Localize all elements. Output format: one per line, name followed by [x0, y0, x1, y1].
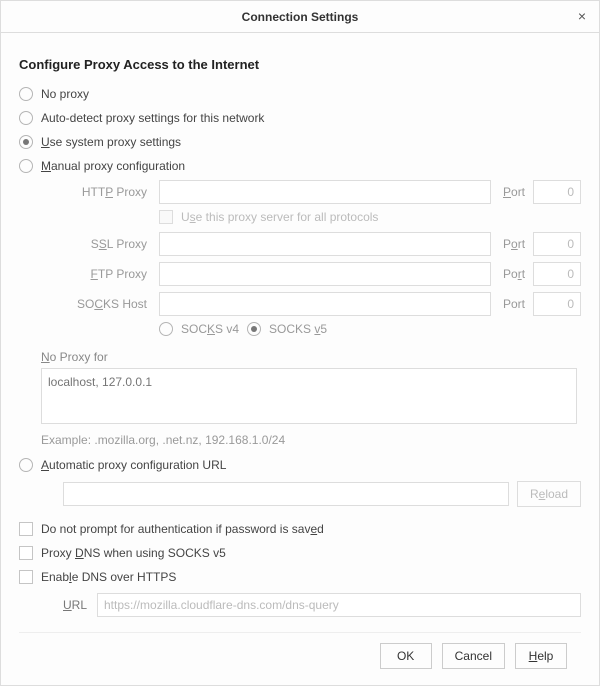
checkbox-icon: [19, 546, 33, 560]
radio-icon: [19, 135, 33, 149]
ok-button[interactable]: OK: [380, 643, 432, 669]
reload-button[interactable]: Reload: [517, 481, 581, 507]
manual-proxy-fields-rest: SSL Proxy Port FTP Proxy Port SOCKS Host…: [63, 232, 581, 316]
manual-proxy-fields: HTTP Proxy Port: [63, 180, 581, 204]
radio-icon: [19, 458, 33, 472]
radio-label: Manual proxy configuration: [41, 159, 185, 173]
radio-manual-proxy[interactable]: Manual proxy configuration: [19, 154, 581, 178]
socks-port-input[interactable]: [533, 292, 581, 316]
radio-label: Auto-detect proxy settings for this netw…: [41, 111, 264, 125]
radio-icon: [19, 87, 33, 101]
doh-url-row: URL: [63, 593, 581, 617]
dialog-footer: OK Cancel Help: [19, 632, 581, 679]
ftp-proxy-label: FTP Proxy: [63, 267, 153, 281]
ssl-proxy-label: SSL Proxy: [63, 237, 153, 251]
checkbox-icon: [159, 210, 173, 224]
content-area: Configure Proxy Access to the Internet N…: [1, 33, 599, 685]
connection-settings-dialog: Connection Settings × Configure Proxy Ac…: [0, 0, 600, 686]
http-proxy-input[interactable]: [159, 180, 491, 204]
help-button[interactable]: Help: [515, 643, 567, 669]
checkbox-label: Enable DNS over HTTPS: [41, 570, 176, 584]
socks-port-label: Port: [497, 297, 527, 311]
ftp-port-input[interactable]: [533, 262, 581, 286]
http-port-label: Port: [497, 185, 527, 199]
close-icon[interactable]: ×: [573, 7, 591, 25]
checkbox-icon: [19, 570, 33, 584]
no-proxy-for-input[interactable]: [41, 368, 577, 424]
radio-icon: [19, 159, 33, 173]
auto-config-url-row: Reload: [63, 481, 581, 507]
check-proxy-dns-socks5[interactable]: Proxy DNS when using SOCKS v5: [19, 541, 581, 565]
socks-v5-label: SOCKS v5: [269, 322, 327, 336]
radio-auto-detect[interactable]: Auto-detect proxy settings for this netw…: [19, 106, 581, 130]
socks-host-input[interactable]: [159, 292, 491, 316]
auto-config-url-input[interactable]: [63, 482, 509, 506]
no-proxy-example: Example: .mozilla.org, .net.nz, 192.168.…: [41, 433, 581, 447]
ssl-proxy-input[interactable]: [159, 232, 491, 256]
radio-label: Use system proxy settings: [41, 135, 181, 149]
doh-url-label: URL: [63, 598, 89, 612]
socks-v4-label: SOCKS v4: [181, 322, 239, 336]
radio-use-system-proxy[interactable]: Use system proxy settings: [19, 130, 581, 154]
check-enable-doh[interactable]: Enable DNS over HTTPS: [19, 565, 581, 589]
checkbox-icon: [19, 522, 33, 536]
checkbox-label: Do not prompt for authentication if pass…: [41, 522, 324, 536]
ssl-port-label: Port: [497, 237, 527, 251]
http-port-input[interactable]: [533, 180, 581, 204]
no-proxy-for-label: No Proxy for: [41, 350, 581, 364]
radio-socks-v5[interactable]: [247, 322, 261, 336]
radio-auto-config-url[interactable]: Automatic proxy configuration URL: [19, 453, 581, 477]
ftp-proxy-input[interactable]: [159, 262, 491, 286]
ssl-port-input[interactable]: [533, 232, 581, 256]
check-no-auth-prompt[interactable]: Do not prompt for authentication if pass…: [19, 517, 581, 541]
radio-icon: [19, 111, 33, 125]
radio-socks-v4[interactable]: [159, 322, 173, 336]
checkbox-label: Proxy DNS when using SOCKS v5: [41, 546, 226, 560]
ftp-port-label: Port: [497, 267, 527, 281]
titlebar: Connection Settings ×: [1, 1, 599, 33]
checkbox-label: Use this proxy server for all protocols: [181, 210, 378, 224]
no-proxy-for-wrap: [41, 368, 577, 427]
socks-host-label: SOCKS Host: [63, 297, 153, 311]
use-for-all-protocols[interactable]: Use this proxy server for all protocols: [159, 210, 581, 224]
doh-url-input[interactable]: [97, 593, 581, 617]
cancel-button[interactable]: Cancel: [442, 643, 505, 669]
http-proxy-label: HTTP Proxy: [63, 185, 153, 199]
radio-no-proxy[interactable]: No proxy: [19, 82, 581, 106]
dialog-title: Connection Settings: [242, 10, 359, 24]
socks-version-radios: SOCKS v4 SOCKS v5: [159, 322, 581, 336]
radio-label: Automatic proxy configuration URL: [41, 458, 226, 472]
section-title: Configure Proxy Access to the Internet: [19, 57, 581, 72]
radio-label: No proxy: [41, 87, 89, 101]
